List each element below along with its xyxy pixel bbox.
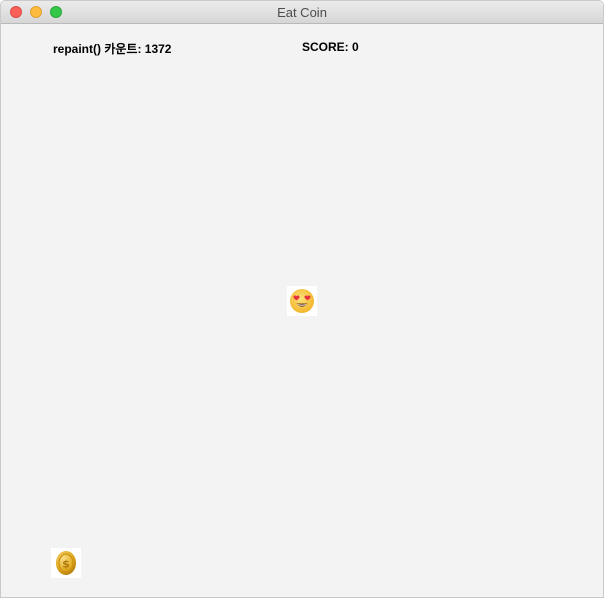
repaint-counter: repaint() 카운트: 1372 xyxy=(53,42,172,56)
game-canvas[interactable]: repaint() 카운트: 1372 SCORE: 0 $ xyxy=(1,24,603,597)
svg-text:$: $ xyxy=(62,558,70,571)
title-bar: Eat Coin xyxy=(1,1,603,24)
game-window: Eat Coin repaint() 카운트: 1372 SCORE: 0 $ xyxy=(0,0,604,598)
heart-eyes-emoji-icon xyxy=(287,286,317,316)
score-display: SCORE: 0 xyxy=(302,40,359,54)
window-title: Eat Coin xyxy=(277,5,327,20)
gold-coin-icon: $ xyxy=(51,548,81,578)
